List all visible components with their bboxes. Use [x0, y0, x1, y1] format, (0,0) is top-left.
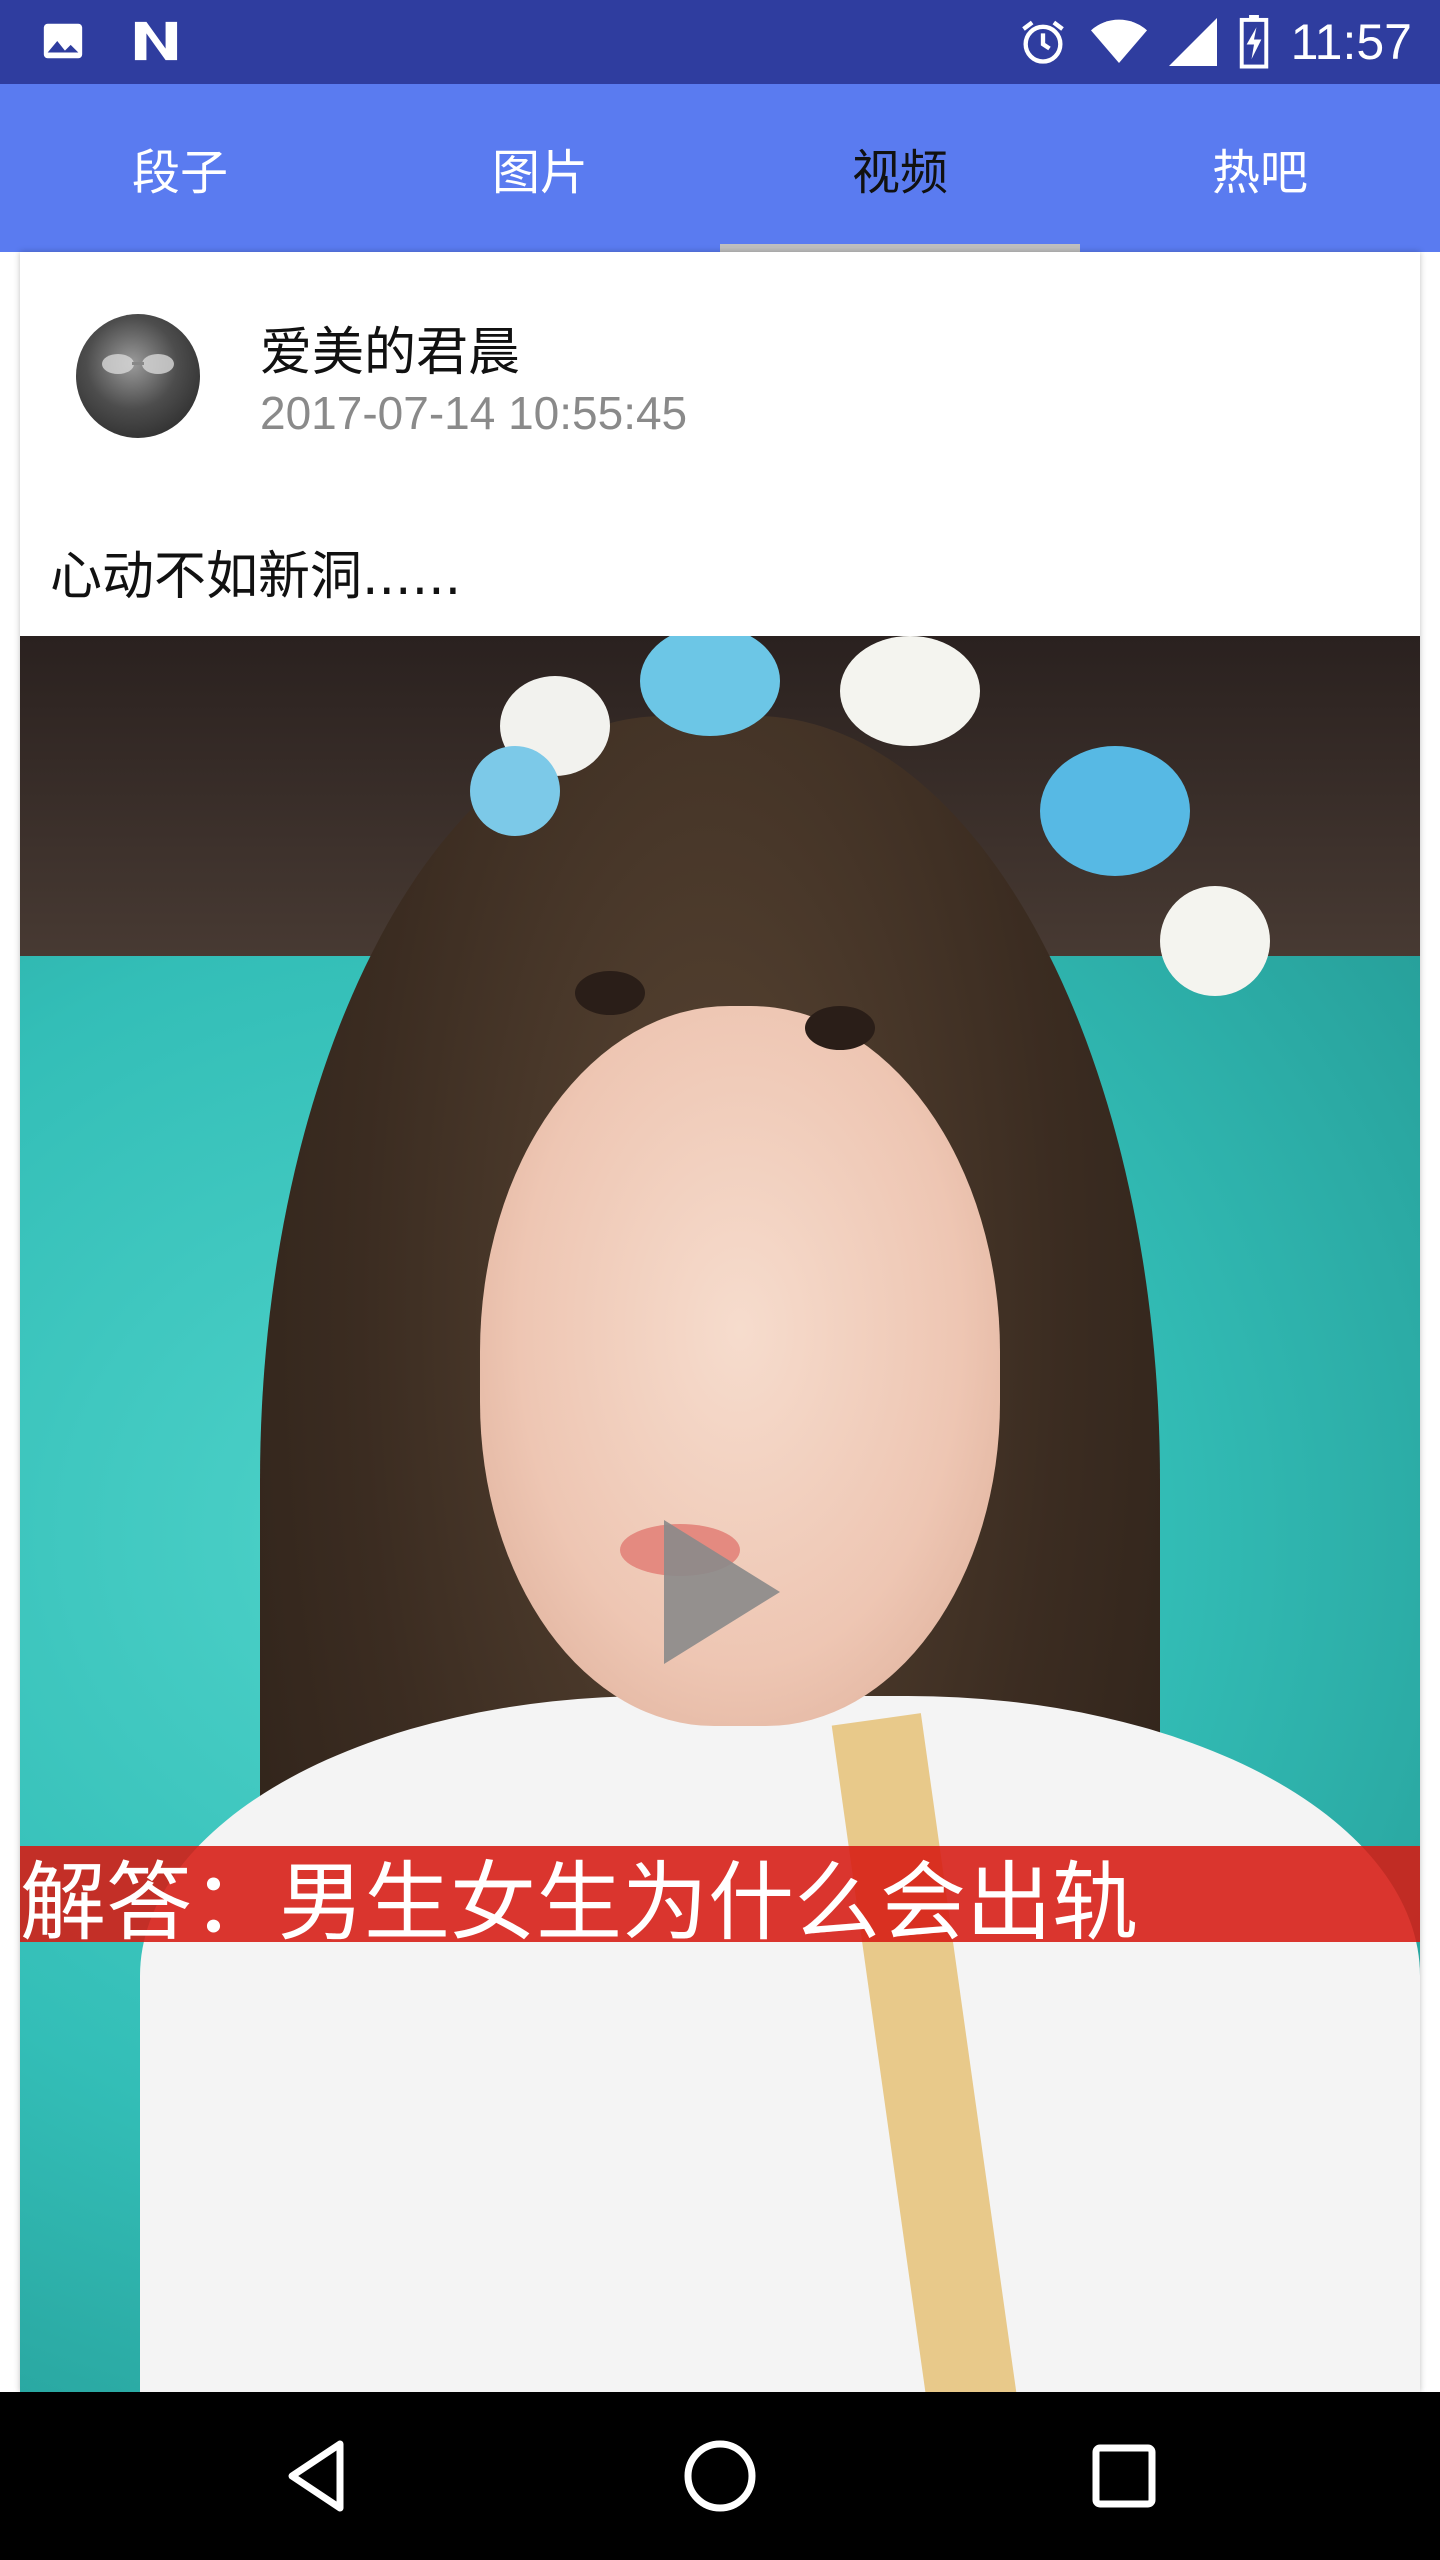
post-text: 心动不如新洞...... [50, 547, 462, 607]
avatar[interactable] [76, 314, 200, 438]
signal-icon [1168, 18, 1217, 66]
tab-jokes[interactable]: 段子 [0, 84, 360, 252]
username[interactable]: 爱美的君晨 [260, 310, 520, 385]
post-card[interactable]: 爱美的君晨 2017-07-14 10:55:45 心动不如新洞...... 解… [20, 252, 1420, 2392]
avatar-image [102, 354, 174, 374]
video-frame-flower [840, 636, 980, 746]
video-frame-flower [470, 746, 560, 836]
recents-icon[interactable] [1084, 2436, 1164, 2516]
image-icon [40, 18, 86, 64]
status-bar: 11:57 [0, 0, 1440, 84]
tab-pictures[interactable]: 图片 [360, 84, 720, 252]
play-icon[interactable] [660, 1516, 784, 1668]
video-frame-flower [1040, 746, 1190, 876]
tab-hot[interactable]: 热吧 [1080, 84, 1440, 252]
clock: 11:57 [1290, 14, 1412, 70]
wifi-icon [1090, 18, 1147, 66]
video-frame-shirt [140, 1696, 1420, 2392]
battery-charging-icon [1239, 15, 1269, 69]
navigation-bar [0, 2392, 1440, 2560]
video-frame-flower [1160, 886, 1270, 996]
tab-videos[interactable]: 视频 [720, 84, 1080, 252]
home-icon[interactable] [680, 2436, 760, 2516]
back-icon[interactable] [276, 2436, 356, 2516]
video-subtitle: 解答：男生女生为什么会出轨 [20, 1852, 1138, 1943]
video-frame-eye-left [575, 971, 645, 1015]
post-timestamp: 2017-07-14 10:55:45 [260, 387, 688, 439]
tab-indicator [720, 244, 1080, 252]
tab-bar: 段子 图片 视频 热吧 [0, 84, 1440, 252]
n-logo-icon [130, 18, 182, 64]
video-player[interactable]: 解答：男生女生为什么会出轨 [20, 636, 1420, 2392]
alarm-icon [1017, 16, 1069, 68]
video-frame-eye-right [805, 1006, 875, 1050]
